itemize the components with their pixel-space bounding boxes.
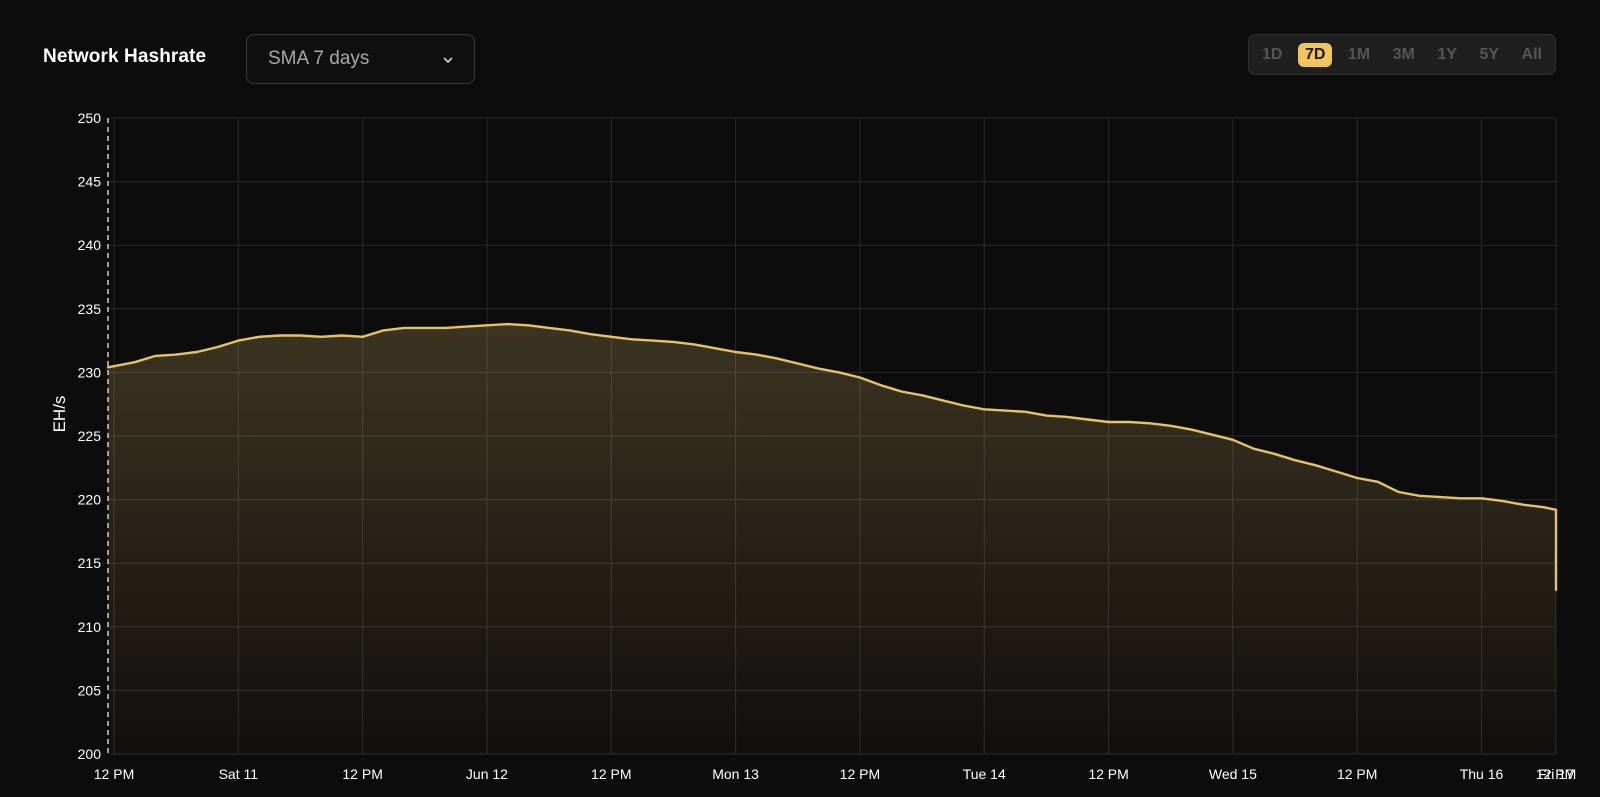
- x-tick-label: Thu 16: [1460, 766, 1504, 782]
- x-tick-label: Mon 13: [712, 766, 759, 782]
- area-layer: [106, 322, 1558, 754]
- hashrate-page: Network Hashrate SMA 7 days 1D 7D 1M 3M …: [0, 0, 1600, 797]
- y-tick-label: 225: [78, 428, 102, 444]
- x-tick-label: 12 PM: [1088, 766, 1128, 782]
- x-tick-label: Jun 12: [466, 766, 508, 782]
- x-tick-label: Tue 14: [963, 766, 1006, 782]
- x-tick-label: Sat 11: [219, 766, 259, 782]
- y-tick-label: 210: [78, 619, 102, 635]
- y-tick-label: 250: [78, 110, 102, 126]
- x-tick-label: 12 PM: [94, 766, 134, 782]
- x-tick-label: 12 PM: [591, 766, 631, 782]
- y-tick-label: 245: [78, 174, 102, 190]
- x-tick-label: Fri 17: [1538, 766, 1574, 782]
- y-tick-label: 215: [78, 555, 102, 571]
- x-tick-label: Wed 15: [1209, 766, 1257, 782]
- hashrate-chart: 200 205 210 215 220 225 230 235 240 245 250 12 PM Sa…: [50, 110, 1576, 782]
- y-axis-label: EH/s: [50, 396, 69, 433]
- y-tick-label: 240: [78, 237, 102, 253]
- x-tick-label: 12 PM: [840, 766, 880, 782]
- y-tick-label: 230: [78, 364, 102, 380]
- area-fill: [108, 324, 1556, 754]
- x-tick-label: 12 PM: [342, 766, 382, 782]
- y-tick-label: 200: [78, 746, 102, 762]
- y-tick-label: 235: [78, 301, 102, 317]
- y-tick-label: 205: [78, 682, 102, 698]
- y-tick-label: 220: [78, 492, 102, 508]
- x-tick-label: 12 PM: [1337, 766, 1377, 782]
